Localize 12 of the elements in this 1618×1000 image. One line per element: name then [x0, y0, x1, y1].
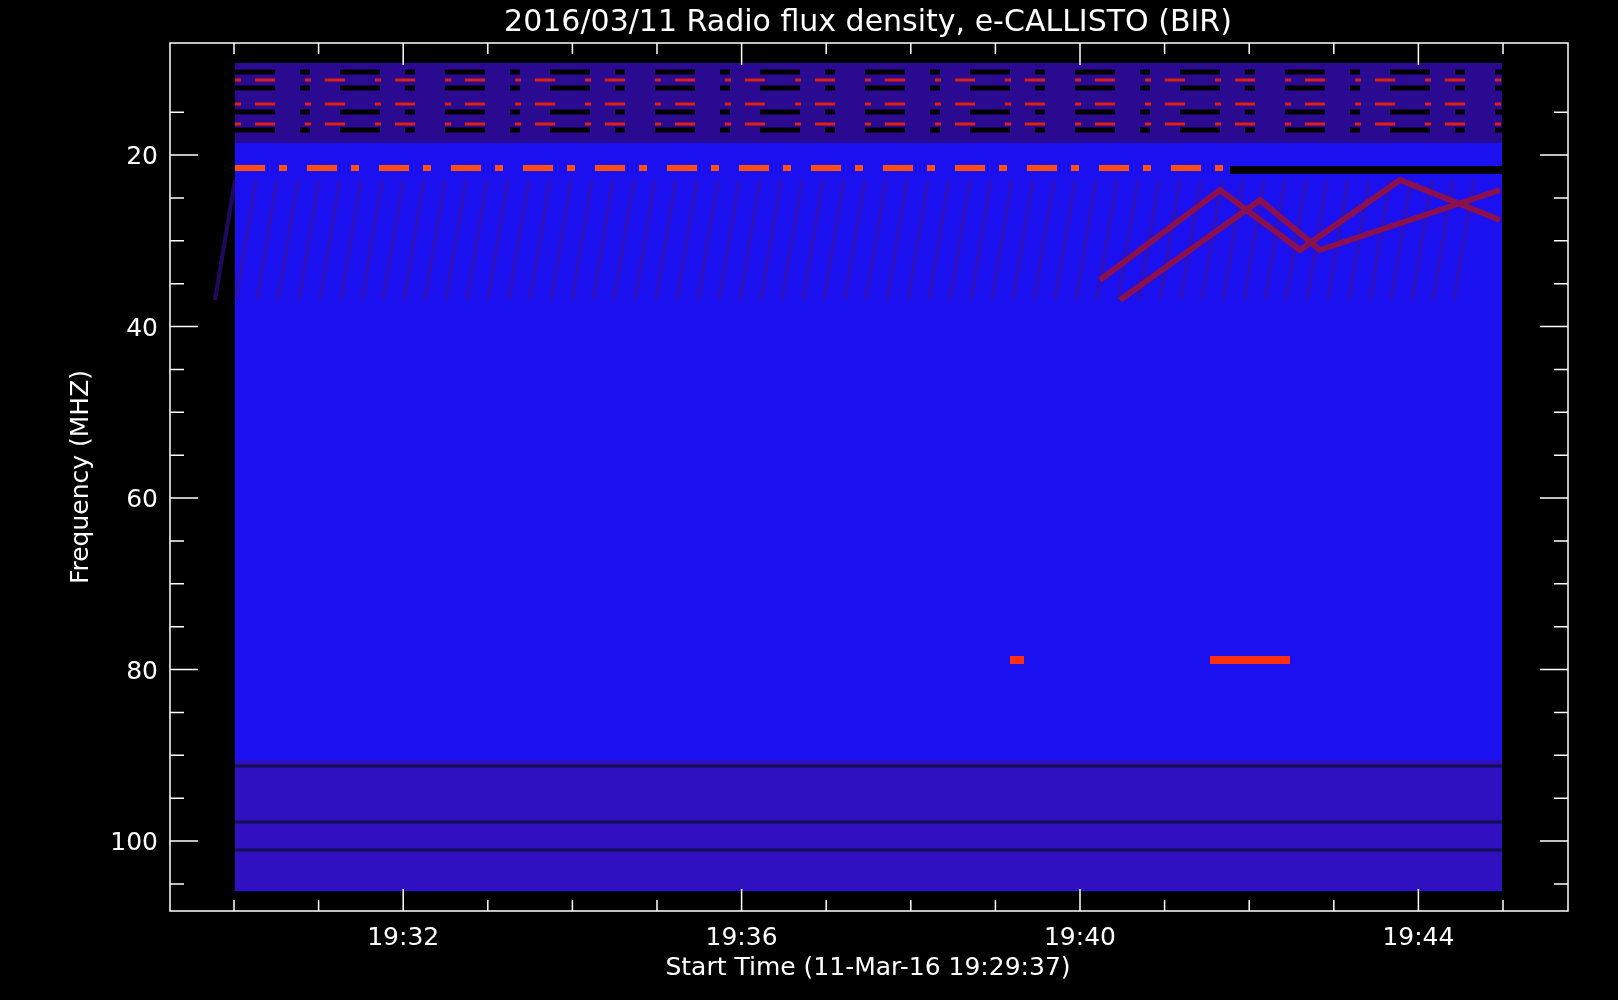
y-tick-label: 60 [126, 484, 158, 513]
y-tick-label: 80 [126, 655, 158, 685]
y-tick-label: 100 [110, 827, 158, 856]
x-tick-label: 19:40 [1044, 922, 1116, 951]
y-tick-label: 40 [126, 312, 158, 342]
x-tick-label: 19:44 [1382, 922, 1455, 951]
chart-title: 2016/03/11 Radio flux density, e-CALLISTO (BIR) [504, 3, 1232, 38]
y-axis-label: Frequency (MHZ) [65, 369, 94, 585]
y-tick-label: 20 [126, 141, 158, 170]
x-tick-label: 19:32 [367, 922, 440, 951]
x-tick-label: 19:36 [705, 922, 778, 951]
x-axis-label: Start Time (11-Mar-16 19:29:37) [665, 952, 1071, 981]
